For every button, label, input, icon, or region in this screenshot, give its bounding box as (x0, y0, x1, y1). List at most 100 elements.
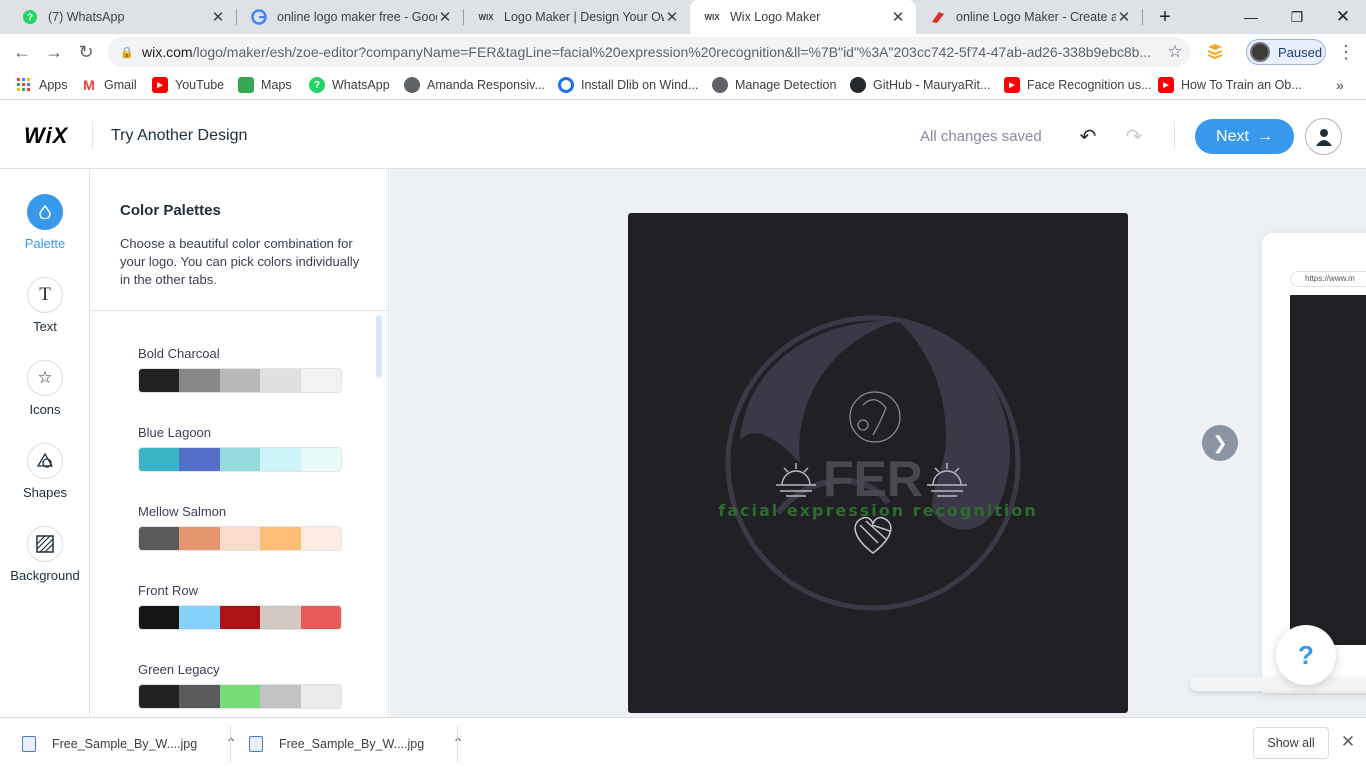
bookmark-star-icon[interactable]: ☆ (1160, 42, 1190, 62)
close-icon[interactable]: ✕ (210, 8, 226, 26)
gmail-icon: M (83, 77, 95, 93)
rail-palette[interactable]: Palette (0, 194, 90, 251)
url-text: wix.com/logo/maker/esh/zoe-editor?compan… (142, 44, 1152, 60)
swatch (260, 369, 301, 392)
google-icon (251, 9, 267, 25)
swatch (219, 527, 261, 550)
bookmark-github[interactable]: GitHub - MauryaRit... (850, 76, 990, 94)
logo-canvas[interactable]: FER facial expression recognition (628, 213, 1128, 713)
palette-name: Mellow Salmon (138, 504, 227, 519)
swatch (139, 448, 180, 471)
wix-logo[interactable]: WiX (24, 123, 68, 149)
face-icon (849, 391, 901, 443)
arrow-right-icon: → (1256, 127, 1273, 145)
next-button[interactable]: Next → (1195, 119, 1294, 154)
chevron-right-icon: ❯ (1212, 432, 1228, 453)
close-icon[interactable]: ✕ (1116, 8, 1132, 26)
device-preview: https://www.m (1262, 233, 1366, 693)
chevron-up-icon[interactable]: ⌃ (225, 735, 237, 752)
bookmark-amanda-responsive[interactable]: Amanda Responsiv... (404, 76, 545, 94)
rail-shapes[interactable]: Shapes (0, 443, 90, 500)
undo-icon[interactable]: ↶ (1076, 124, 1100, 148)
youtube-icon: ▶ (1158, 77, 1174, 93)
star-icon: ☆ (27, 360, 63, 396)
more-bookmarks-icon[interactable]: » (1336, 76, 1344, 94)
whatsapp-icon: ? (309, 77, 325, 93)
logo-maker-icon (930, 9, 946, 25)
palette-name: Front Row (138, 583, 198, 598)
next-label: Next (1216, 127, 1249, 145)
download-item[interactable]: Free_Sample_By_W....jpg ⌃ (22, 718, 237, 769)
bookmark-manage-detection[interactable]: Manage Detection (712, 76, 836, 94)
rail-icons[interactable]: ☆ Icons (0, 360, 90, 417)
svg-text:?: ? (27, 13, 33, 24)
tab-online-logo-maker[interactable]: online Logo Maker - Create a c ✕ (916, 0, 1142, 34)
tab-logo-maker[interactable]: WIX Logo Maker | Design Your Own ✕ (464, 0, 690, 34)
help-button[interactable]: ? (1276, 625, 1336, 685)
tab-title: Wix Logo Maker (730, 10, 821, 24)
reload-button[interactable]: ↻ (74, 40, 98, 64)
shapes-icon (27, 443, 63, 479)
rail-text[interactable]: T Text (0, 277, 90, 334)
panel-divider (90, 310, 388, 311)
close-icon[interactable]: ✕ (1338, 732, 1358, 754)
new-tab-button[interactable]: + (1142, 0, 1188, 34)
close-icon[interactable]: ✕ (664, 8, 680, 26)
redo-icon[interactable]: ↷ (1122, 124, 1146, 148)
palette-blue-lagoon[interactable]: Blue Lagoon (138, 425, 342, 472)
chevron-up-icon[interactable]: ⌃ (452, 735, 464, 752)
wix-icon: WIX (478, 12, 494, 22)
swatch (179, 685, 220, 708)
avatar (1250, 42, 1270, 62)
bookmark-how-to-train[interactable]: ▶ How To Train an Ob... (1158, 76, 1302, 94)
swatch (179, 448, 220, 471)
palette-bold-charcoal[interactable]: Bold Charcoal (138, 346, 342, 393)
back-button[interactable]: ← (10, 40, 34, 64)
company-name: FER (823, 451, 923, 507)
logo-artwork: FER facial expression recognition (718, 315, 1036, 611)
rail-background[interactable]: Background (0, 526, 90, 583)
palette-mellow-salmon[interactable]: Mellow Salmon (138, 504, 342, 551)
palette-name: Blue Lagoon (138, 425, 212, 440)
bookmark-install-dlib[interactable]: Install Dlib on Wind... (558, 76, 698, 94)
menu-icon[interactable]: ⋮ (1334, 40, 1358, 64)
background-hatch-icon (27, 526, 63, 562)
next-design-arrow[interactable]: ❯ (1202, 425, 1238, 461)
user-account-button[interactable] (1305, 118, 1342, 155)
minimize-button[interactable]: — (1228, 0, 1274, 34)
close-icon[interactable]: ✕ (437, 8, 453, 26)
swatch (300, 606, 341, 629)
palette-swatches (138, 684, 342, 709)
bookmark-face-recognition[interactable]: ▶ Face Recognition us... (1004, 76, 1151, 94)
address-bar[interactable]: 🔒 wix.com/logo/maker/esh/zoe-editor?comp… (108, 37, 1190, 67)
profile-button[interactable]: Paused (1246, 39, 1326, 65)
bookmark-youtube[interactable]: ▶ YouTube (152, 76, 224, 94)
tab-google-search[interactable]: online logo maker free - Goog ✕ (237, 0, 463, 34)
swatch (139, 685, 180, 708)
show-all-downloads-button[interactable]: Show all (1253, 727, 1329, 759)
downloads-bar: Free_Sample_By_W....jpg ⌃ Free_Sample_By… (0, 717, 1366, 768)
extension-icon[interactable] (1204, 41, 1226, 63)
forward-button[interactable]: → (42, 40, 66, 64)
bookmark-gmail[interactable]: M Gmail (81, 76, 137, 94)
swatch (260, 527, 301, 550)
try-another-design-link[interactable]: Try Another Design (111, 127, 247, 145)
profile-status: Paused (1278, 44, 1323, 60)
restore-button[interactable]: ❐ (1274, 0, 1320, 34)
panel-scrollbar[interactable] (376, 315, 382, 378)
heart-icon (854, 516, 892, 554)
bookmark-apps[interactable]: Apps (16, 76, 68, 94)
palette-green-legacy[interactable]: Green Legacy (138, 662, 342, 709)
swatch (179, 606, 220, 629)
bookmark-whatsapp[interactable]: ? WhatsApp (309, 76, 390, 94)
tab-whatsapp[interactable]: ? (7) WhatsApp ✕ (8, 0, 236, 34)
palette-front-row[interactable]: Front Row (138, 583, 342, 630)
color-palettes-panel: Color Palettes Choose a beautiful color … (90, 169, 389, 717)
tab-wix-logo-maker[interactable]: WIX Wix Logo Maker ✕ (690, 0, 916, 34)
user-icon (1315, 128, 1332, 146)
download-filename: Free_Sample_By_W....jpg (279, 736, 425, 751)
download-item[interactable]: Free_Sample_By_W....jpg ⌃ (249, 718, 464, 769)
close-icon[interactable]: ✕ (890, 8, 906, 26)
bookmark-maps[interactable]: Maps (238, 76, 292, 94)
window-close-button[interactable]: ✕ (1320, 0, 1366, 34)
